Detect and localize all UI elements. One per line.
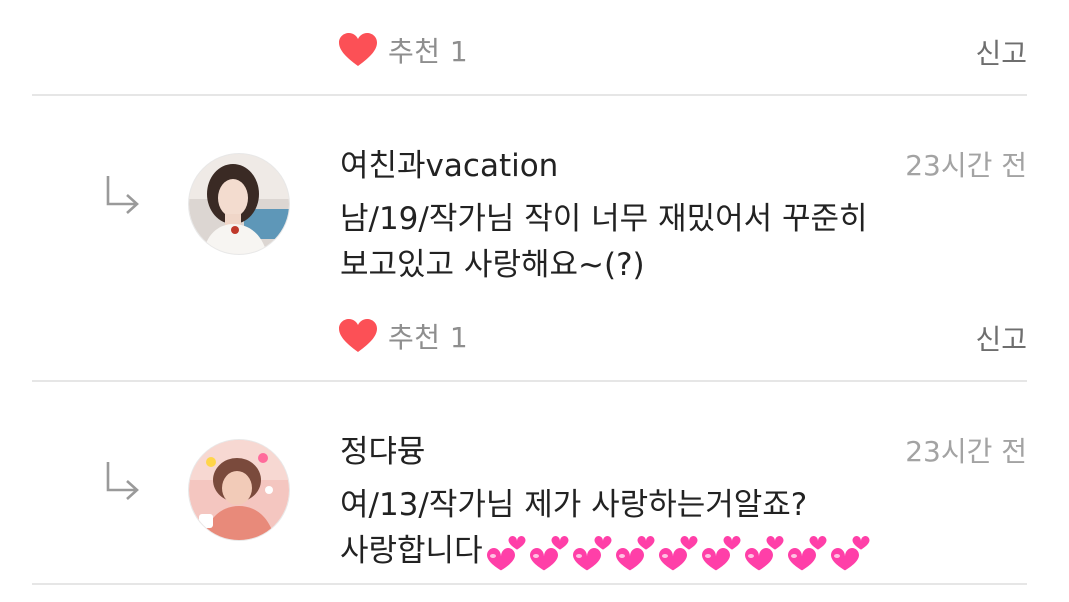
comment-body-text: 사랑합니다 bbox=[340, 533, 483, 569]
comment-username[interactable]: 정댜뮹 bbox=[340, 426, 426, 471]
two-hearts-emoji bbox=[615, 535, 655, 570]
comment-body-line: 보고있고 사랑해요~(?) bbox=[340, 247, 645, 283]
two-hearts-emoji bbox=[529, 535, 569, 570]
comment-body: 남/19/작가님 작이 너무 재밌어서 꾸준히 보고있고 사랑해요~(?) bbox=[340, 196, 980, 288]
avatar[interactable] bbox=[189, 440, 289, 540]
two-hearts-emoji bbox=[787, 535, 827, 570]
two-hearts-emoji bbox=[572, 535, 612, 570]
avatar-image bbox=[189, 440, 289, 540]
report-button[interactable]: 신고 bbox=[975, 318, 1027, 358]
comment-username[interactable]: 여친과vacation bbox=[340, 140, 558, 185]
like-count-label: 추천 1 bbox=[388, 35, 469, 68]
like-count-label: 추천 1 bbox=[388, 321, 469, 354]
two-hearts-emoji bbox=[658, 535, 698, 570]
heart-icon bbox=[339, 319, 377, 352]
like-button[interactable]: 추천 1 bbox=[338, 28, 468, 72]
comment-actions: 추천 1 신고 bbox=[0, 306, 1069, 366]
divider bbox=[32, 583, 1027, 585]
comment-body-line-2: 사랑합니다 bbox=[340, 528, 980, 574]
comment-item: 정댜뮹 23시간 전 여/13/작가님 제가 사랑하는거알죠? 사랑합니다 bbox=[0, 382, 1069, 570]
comment-timestamp: 23시간 전 bbox=[905, 435, 1027, 468]
avatar[interactable] bbox=[189, 154, 289, 254]
two-hearts-emoji bbox=[486, 535, 526, 570]
like-button[interactable]: 추천 1 bbox=[338, 314, 468, 358]
two-hearts-emoji bbox=[744, 535, 784, 570]
two-hearts-emoji bbox=[701, 535, 741, 570]
comment-body: 여/13/작가님 제가 사랑하는거알죠? 사랑합니다 bbox=[340, 482, 980, 574]
comment-body-line: 남/19/작가님 작이 너무 재밌어서 꾸준히 bbox=[340, 201, 868, 237]
reply-arrow-icon bbox=[106, 462, 139, 500]
emoji-hearts bbox=[485, 534, 872, 572]
comment-actions: 추천 1 신고 bbox=[0, 20, 1069, 80]
two-hearts-emoji bbox=[830, 535, 870, 570]
comment-body-line: 여/13/작가님 제가 사랑하는거알죠? bbox=[340, 487, 808, 523]
comment-timestamp: 23시간 전 bbox=[905, 149, 1027, 182]
report-button[interactable]: 신고 bbox=[975, 32, 1027, 72]
heart-icon bbox=[339, 33, 377, 66]
avatar-image bbox=[189, 154, 289, 254]
comment-item: 여친과vacation 23시간 전 남/19/작가님 작이 너무 재밌어서 꾸… bbox=[0, 96, 1069, 283]
reply-arrow-icon bbox=[106, 176, 139, 214]
